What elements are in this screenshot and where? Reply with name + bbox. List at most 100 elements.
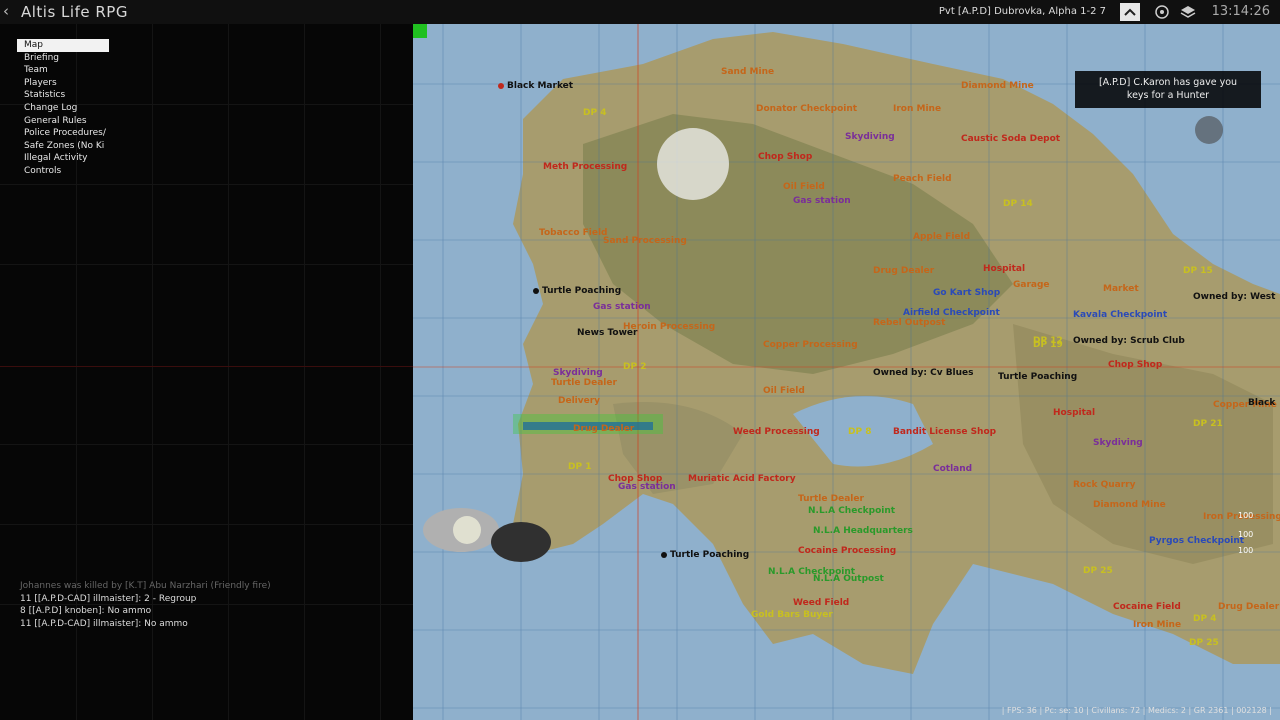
map-marker-label[interactable]: Rock Quarry (1073, 480, 1135, 490)
map-marker-label[interactable]: Black (1248, 398, 1275, 408)
map-marker-label[interactable]: Cotland (933, 464, 972, 474)
map-marker-label[interactable]: Meth Processing (543, 162, 627, 172)
map-marker-label[interactable]: Turtle Poaching (533, 286, 621, 296)
map-marker-label[interactable]: DP 19 (1033, 340, 1063, 350)
menu-item-police-procedures[interactable]: Police Procedures/ (17, 127, 109, 140)
map-marker-label[interactable]: Bandit License Shop (893, 427, 996, 437)
menu-item-change-log[interactable]: Change Log (17, 102, 109, 115)
map-marker-label[interactable]: DP 2 (623, 362, 646, 372)
menu-item-statistics[interactable]: Statistics (17, 89, 109, 102)
menu-item-safe-zones[interactable]: Safe Zones (No Ki (17, 140, 109, 153)
map-marker-label[interactable]: Cocaine Processing (798, 546, 896, 556)
map-marker-label[interactable]: Sand Processing (603, 236, 687, 246)
menu-item-illegal-activity[interactable]: Illegal Activity (17, 152, 109, 165)
menu-item-team[interactable]: Team (17, 64, 109, 77)
map-marker-label[interactable]: Chop Shop (1108, 360, 1162, 370)
map-marker-label[interactable]: Rebel Outpost (873, 318, 945, 328)
marker-text: Delivery (558, 396, 601, 406)
marker-dot-icon (498, 82, 504, 89)
map-marker-label[interactable]: Go Kart Shop (933, 288, 1000, 298)
map-marker-label[interactable]: DP 25 (1189, 638, 1219, 648)
marker-text: Drug Dealer (1218, 602, 1280, 612)
menu-item-briefing[interactable]: Briefing (17, 52, 109, 65)
map-marker-label[interactable]: DP 4 (1193, 614, 1216, 624)
map-marker-label[interactable]: DP 8 (848, 427, 871, 437)
chat-line: 11 [[A.P.D-CAD] illmaister]: 2 - Regroup (20, 593, 197, 604)
map-marker-label[interactable]: Turtle Dealer (551, 378, 617, 388)
map-marker-label[interactable]: Turtle Dealer (798, 494, 864, 504)
marker-text: Owned by: Scrub Club (1073, 336, 1185, 346)
marker-text: Owned by: West (1193, 292, 1276, 302)
chat-log: Johannes was killed by [K.T] Abu Narzhar… (20, 580, 271, 630)
map-marker-label[interactable]: Owned by: West (1193, 292, 1275, 302)
map-marker-label[interactable]: Drug Dealer (1218, 602, 1279, 612)
map-marker-label[interactable]: News Tower (577, 328, 637, 338)
layers-button[interactable] (1178, 3, 1198, 21)
map-marker-label[interactable]: DP 4 (583, 108, 606, 118)
map-marker-label[interactable]: Hospital (1053, 408, 1095, 418)
map-marker-label[interactable]: Iron Mine (1133, 620, 1181, 630)
back-arrow-icon[interactable]: ‹ (3, 2, 9, 20)
map-marker-label[interactable]: Skydiving (845, 132, 895, 142)
chat-line: 11 [[A.P.D-CAD] illmaister]: No ammo (20, 618, 188, 629)
map-marker-label[interactable]: Black Market (498, 81, 573, 91)
map-marker-label[interactable]: Owned by: Scrub Club (1073, 336, 1185, 346)
map-marker-label[interactable]: Gas station (618, 482, 676, 492)
map-marker-label[interactable]: Chop Shop (758, 152, 812, 162)
marker-text: DP 19 (1033, 340, 1063, 350)
map-marker-label[interactable]: Skydiving (553, 368, 603, 378)
compass-button[interactable] (1152, 3, 1172, 21)
marker-text: Turtle Dealer (798, 494, 864, 504)
map-marker-label[interactable]: Iron Mine (893, 104, 941, 114)
chevron-up-button[interactable] (1120, 3, 1140, 21)
map-marker-label[interactable]: Owned by: Cv Blues (873, 368, 974, 378)
menu-item-controls[interactable]: Controls (17, 165, 109, 178)
map-marker-label[interactable]: Weed Field (793, 598, 849, 608)
map-marker-label[interactable]: Gold Bars Buyer (751, 610, 833, 620)
map-marker-label[interactable]: Caustic Soda Depot (961, 134, 1060, 144)
map-marker-label[interactable]: Drug Dealer (573, 424, 634, 434)
map-marker-label[interactable]: Donator Checkpoint (756, 104, 857, 114)
menu-item-map[interactable]: Map (17, 39, 109, 52)
menu-item-general-rules[interactable]: General Rules (17, 115, 109, 128)
map-marker-label[interactable]: N.L.A Headquarters (813, 526, 913, 536)
map-marker-label[interactable]: Peach Field (893, 174, 952, 184)
map-marker-label[interactable]: N.L.A Checkpoint (808, 506, 895, 516)
map-marker-label[interactable]: Tobacco Field (539, 228, 608, 238)
menu-item-players[interactable]: Players (17, 77, 109, 90)
marker-dot-icon (533, 287, 539, 294)
map-marker-label[interactable]: DP 14 (1003, 199, 1033, 209)
map-marker-label[interactable]: N.L.A Outpost (813, 574, 884, 584)
map-marker-label[interactable]: Turtle Poaching (998, 372, 1077, 382)
map-marker-label[interactable]: Delivery (558, 396, 600, 406)
map-marker-label[interactable]: Apple Field (913, 232, 970, 242)
map-marker-label[interactable]: DP 25 (1083, 566, 1113, 576)
map-marker-label[interactable]: Market (1103, 284, 1139, 294)
map-marker-label[interactable]: Gas station (593, 302, 651, 312)
map-marker-label[interactable]: Oil Field (763, 386, 805, 396)
marker-text: Garage (1013, 280, 1050, 290)
map-marker-label[interactable]: Skydiving (1093, 438, 1143, 448)
map-marker-label[interactable]: DP 21 (1193, 419, 1223, 429)
map-marker-label[interactable]: Muriatic Acid Factory (688, 474, 796, 484)
map-marker-label[interactable]: Cocaine Field (1113, 602, 1181, 612)
map-marker-label[interactable]: Sand Mine (721, 67, 774, 77)
marker-text: Peach Field (893, 174, 952, 184)
marker-text: News Tower (577, 328, 638, 338)
map-marker-label[interactable]: Garage (1013, 280, 1050, 290)
map-marker-label[interactable]: Oil Field (783, 182, 825, 192)
map-marker-label[interactable]: Gas station (793, 196, 851, 206)
map-marker-label[interactable]: Weed Processing (733, 427, 820, 437)
map-view[interactable]: [A.P.D] C.Karon has gave you keys for a … (413, 24, 1280, 720)
map-marker-label[interactable]: Copper Processing (763, 340, 858, 350)
map-marker-label[interactable]: DP 1 (568, 462, 591, 472)
map-marker-label[interactable]: Diamond Mine (1093, 500, 1166, 510)
map-marker-label[interactable]: Diamond Mine (961, 81, 1034, 91)
map-marker-label[interactable]: Kavala Checkpoint (1073, 310, 1167, 320)
map-marker-label[interactable]: Turtle Poaching (661, 550, 749, 560)
map-marker-label[interactable]: Airfield Checkpoint (903, 308, 1000, 318)
map-marker-label[interactable]: DP 15 (1183, 266, 1213, 276)
map-marker-label[interactable]: Pyrgos Checkpoint (1149, 536, 1244, 546)
map-marker-label[interactable]: Hospital (983, 264, 1025, 274)
map-marker-label[interactable]: Drug Dealer (873, 266, 934, 276)
